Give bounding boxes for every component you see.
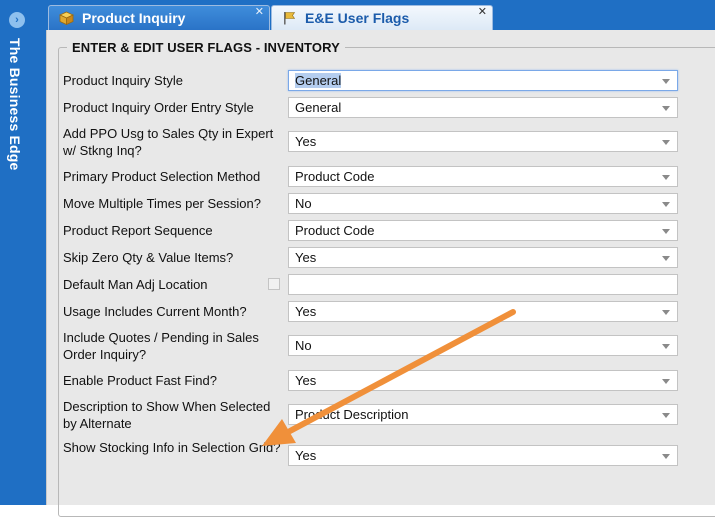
select-value: Yes xyxy=(295,134,317,149)
field-label: Usage Includes Current Month? xyxy=(63,304,247,319)
select-stocking-info-grid[interactable]: Yes xyxy=(288,445,678,466)
select-fast-find[interactable]: Yes xyxy=(288,370,678,391)
select-skip-zero-qty[interactable]: Yes xyxy=(288,247,678,268)
select-value: General xyxy=(295,100,342,115)
select-product-inquiry-style[interactable]: General xyxy=(288,70,678,91)
chevron-down-icon xyxy=(662,454,670,459)
select-value: Product Code xyxy=(295,223,375,238)
tab-bar: Product Inquiry ✕ E&E User Flags ✕ xyxy=(36,0,715,30)
chevron-down-icon xyxy=(662,344,670,349)
tab-product-inquiry[interactable]: Product Inquiry ✕ xyxy=(48,5,270,30)
chevron-down-icon xyxy=(662,175,670,180)
content-panel: ENTER & EDIT USER FLAGS - INVENTORY Prod… xyxy=(46,30,715,517)
select-value: No xyxy=(295,338,312,353)
field-label: Product Inquiry Style xyxy=(63,73,183,88)
field-label: Move Multiple Times per Session? xyxy=(63,196,261,211)
cube-icon xyxy=(59,11,74,25)
select-value: Product Description xyxy=(295,407,409,422)
brand-label: The Business Edge xyxy=(7,38,23,171)
field-label: Include Quotes / Pending in Sales Order … xyxy=(63,330,259,362)
main-area: Product Inquiry ✕ E&E User Flags ✕ ENTER… xyxy=(36,0,715,517)
tab-label: E&E User Flags xyxy=(305,10,410,26)
field-label: Primary Product Selection Method xyxy=(63,169,261,184)
chevron-down-icon xyxy=(662,140,670,145)
select-report-sequence[interactable]: Product Code xyxy=(288,220,678,241)
chevron-down-icon xyxy=(662,256,670,261)
chevron-down-icon xyxy=(662,413,670,418)
field-label: Default Man Adj Location xyxy=(63,277,208,292)
chevron-down-icon xyxy=(662,202,670,207)
field-label: Description to Show When Selected by Alt… xyxy=(63,399,271,431)
select-move-multiple-times[interactable]: No xyxy=(288,193,678,214)
close-icon[interactable]: ✕ xyxy=(478,7,487,18)
select-value: Yes xyxy=(295,250,317,265)
select-value: No xyxy=(295,196,312,211)
field-label: Show Stocking Info in Selection Grid? xyxy=(63,440,281,455)
field-label: Product Inquiry Order Entry Style xyxy=(63,100,254,115)
chevron-down-icon xyxy=(662,310,670,315)
flag-icon xyxy=(284,12,296,25)
field-label: Product Report Sequence xyxy=(63,223,213,238)
default-man-adj-location-input[interactable] xyxy=(288,274,678,295)
select-usage-current-month[interactable]: Yes xyxy=(288,301,678,322)
sidebar: › The Business Edge xyxy=(0,0,37,505)
lookup-icon[interactable] xyxy=(268,278,280,290)
chevron-down-icon xyxy=(662,229,670,234)
select-include-quotes[interactable]: No xyxy=(288,335,678,356)
select-value: General xyxy=(295,73,342,88)
close-icon[interactable]: ✕ xyxy=(255,7,264,18)
chevron-right-icon[interactable]: › xyxy=(9,12,25,28)
field-label: Add PPO Usg to Sales Qty in Expert w/ St… xyxy=(63,126,274,158)
select-value: Yes xyxy=(295,373,317,388)
tab-label: Product Inquiry xyxy=(82,10,186,26)
select-description-alternate[interactable]: Product Description xyxy=(288,404,678,425)
field-label: Skip Zero Qty & Value Items? xyxy=(63,250,234,265)
select-value: Product Code xyxy=(295,169,375,184)
chevron-down-icon xyxy=(662,79,670,84)
select-primary-selection-method[interactable]: Product Code xyxy=(288,166,678,187)
tab-user-flags[interactable]: E&E User Flags ✕ xyxy=(271,5,493,30)
select-value: Yes xyxy=(295,304,317,319)
select-add-ppo-usage[interactable]: Yes xyxy=(288,131,678,152)
section-title: ENTER & EDIT USER FLAGS - INVENTORY xyxy=(67,40,345,55)
field-label: Enable Product Fast Find? xyxy=(63,373,217,388)
chevron-down-icon xyxy=(662,106,670,111)
select-value: Yes xyxy=(295,448,317,463)
chevron-down-icon xyxy=(662,379,670,384)
select-order-entry-style[interactable]: General xyxy=(288,97,678,118)
